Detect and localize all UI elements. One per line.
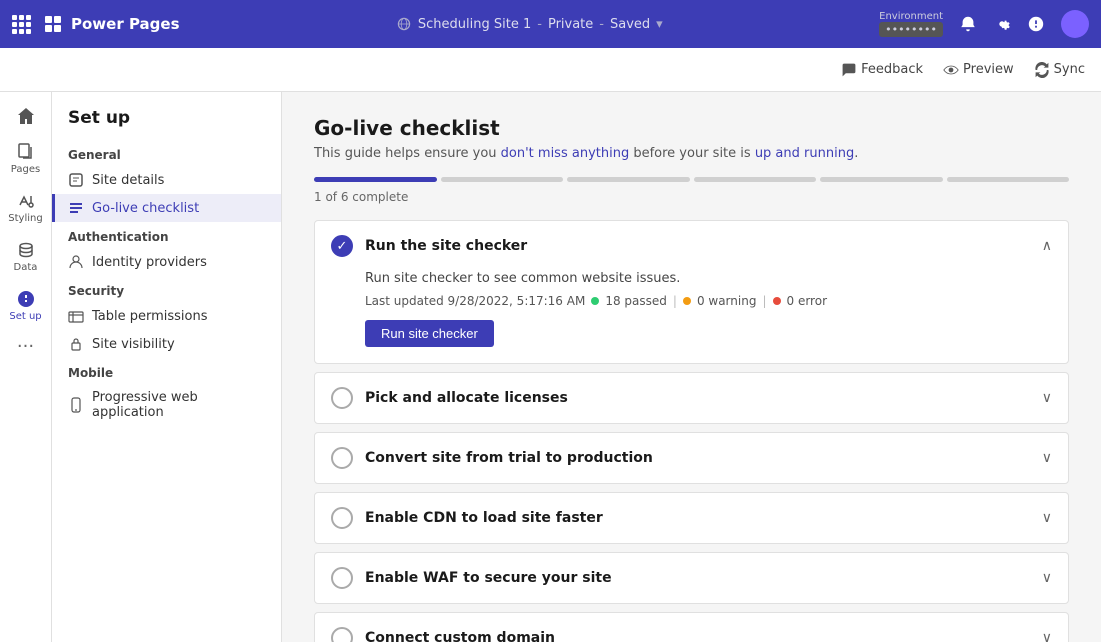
sidebar-item-go-live-checklist[interactable]: Go-live checklist xyxy=(52,194,281,222)
chevron-down-icon-convert: ∨ xyxy=(1042,450,1052,466)
checklist-item-header-convert[interactable]: Convert site from trial to production ∨ xyxy=(315,433,1068,483)
page-title: Go-live checklist xyxy=(314,116,1069,140)
checklist-title-domain: Connect custom domain xyxy=(365,630,555,642)
sidebar-section-general: General xyxy=(52,140,281,166)
checklist-title-cdn: Enable CDN to load site faster xyxy=(365,510,603,526)
checklist-item-header-site-checker[interactable]: Run the site checker ∧ xyxy=(315,221,1068,271)
sidebar: Set up General Site details Go-live chec… xyxy=(52,92,282,642)
checklist-body-site-checker: Run site checker to see common website i… xyxy=(315,271,1068,363)
topbar-right: Environment •••••••• xyxy=(879,10,1089,38)
site-name: Scheduling Site 1 xyxy=(418,17,531,32)
icon-nav: Pages Styling Data Set up ··· xyxy=(0,92,52,642)
checklist-circle-site-checker xyxy=(331,235,353,257)
progress-count: 1 of 6 complete xyxy=(314,190,1069,204)
chevron-up-icon: ∧ xyxy=(1042,238,1052,254)
sidebar-item-site-details[interactable]: Site details xyxy=(52,166,281,194)
checklist-circle-licenses xyxy=(331,387,353,409)
notifications-button[interactable] xyxy=(959,15,977,33)
checklist-item-header-cdn[interactable]: Enable CDN to load site faster ∨ xyxy=(315,493,1068,543)
app-logo: Power Pages xyxy=(43,14,180,34)
meta-updated: Last updated 9/28/2022, 5:17:16 AM xyxy=(365,294,585,308)
checklist-circle-waf xyxy=(331,567,353,589)
avatar[interactable] xyxy=(1061,10,1089,38)
progress-bar xyxy=(314,177,1069,182)
checklist-title-waf: Enable WAF to secure your site xyxy=(365,570,612,586)
subtitle-link[interactable]: don't miss anything xyxy=(501,146,630,161)
sidebar-item-table-permissions[interactable]: Table permissions xyxy=(52,302,281,330)
checklist-item-header-waf[interactable]: Enable WAF to secure your site ∨ xyxy=(315,553,1068,603)
checklist-item-site-checker: Run the site checker ∧ Run site checker … xyxy=(314,220,1069,364)
progress-seg-1 xyxy=(314,177,437,182)
topbar-actions: Feedback Preview Sync xyxy=(841,62,1085,78)
progress-seg-4 xyxy=(694,177,817,182)
sub-topbar: Feedback Preview Sync xyxy=(0,48,1101,92)
site-saved: Saved xyxy=(610,17,650,32)
progress-seg-5 xyxy=(820,177,943,182)
preview-button[interactable]: Preview xyxy=(943,62,1014,78)
nav-pages[interactable]: Pages xyxy=(4,136,48,181)
sidebar-item-pwa[interactable]: Progressive web application xyxy=(52,384,281,426)
run-site-checker-button[interactable]: Run site checker xyxy=(365,320,494,347)
checklist-circle-convert xyxy=(331,447,353,469)
content-area: Go-live checklist This guide helps ensur… xyxy=(282,92,1101,642)
nav-styling[interactable]: Styling xyxy=(4,185,48,230)
site-checker-meta: Last updated 9/28/2022, 5:17:16 AM 18 pa… xyxy=(365,294,1052,308)
main-layout: Pages Styling Data Set up ··· Set up Gen… xyxy=(0,92,1101,642)
checklist-item-cdn: Enable CDN to load site faster ∨ xyxy=(314,492,1069,544)
sidebar-item-identity-providers[interactable]: Identity providers xyxy=(52,248,281,276)
chevron-down-icon-domain: ∨ xyxy=(1042,630,1052,642)
warning-count: 0 warning xyxy=(697,294,757,308)
feedback-button[interactable]: Feedback xyxy=(841,62,923,78)
passed-count: 18 passed xyxy=(605,294,667,308)
site-selector[interactable]: Scheduling Site 1 - Private - Saved ▾ xyxy=(192,16,868,32)
sidebar-section-mobile: Mobile xyxy=(52,358,281,384)
settings-button[interactable] xyxy=(993,15,1011,33)
subtitle-link2[interactable]: up and running xyxy=(755,146,854,161)
checklist-item-convert: Convert site from trial to production ∨ xyxy=(314,432,1069,484)
site-status: Private xyxy=(548,17,593,32)
nav-home[interactable] xyxy=(4,100,48,132)
chevron-down-icon-waf: ∨ xyxy=(1042,570,1052,586)
checklist-title-licenses: Pick and allocate licenses xyxy=(365,390,568,406)
sync-button[interactable]: Sync xyxy=(1034,62,1085,78)
chevron-down-icon-cdn: ∨ xyxy=(1042,510,1052,526)
checklist-circle-domain xyxy=(331,627,353,642)
sidebar-section-security: Security xyxy=(52,276,281,302)
chevron-down-icon-licenses: ∨ xyxy=(1042,390,1052,406)
checklist-item-domain: Connect custom domain ∨ xyxy=(314,612,1069,642)
nav-data[interactable]: Data xyxy=(4,234,48,279)
checklist-circle-cdn xyxy=(331,507,353,529)
help-button[interactable] xyxy=(1027,15,1045,33)
checklist-item-licenses: Pick and allocate licenses ∨ xyxy=(314,372,1069,424)
nav-setup[interactable]: Set up xyxy=(4,283,48,328)
page-subtitle: This guide helps ensure you don't miss a… xyxy=(314,146,1069,161)
warning-dot xyxy=(683,297,691,305)
site-checker-description: Run site checker to see common website i… xyxy=(365,271,1052,286)
checklist-item-header-licenses[interactable]: Pick and allocate licenses ∨ xyxy=(315,373,1068,423)
progress-seg-2 xyxy=(441,177,564,182)
checklist-title-convert: Convert site from trial to production xyxy=(365,450,653,466)
sidebar-title: Set up xyxy=(52,108,281,140)
error-dot xyxy=(773,297,781,305)
sidebar-item-site-visibility[interactable]: Site visibility xyxy=(52,330,281,358)
progress-seg-3 xyxy=(567,177,690,182)
nav-more[interactable]: ··· xyxy=(17,336,34,357)
passed-dot xyxy=(591,297,599,305)
waffle-menu[interactable] xyxy=(12,15,31,34)
topbar: Power Pages Scheduling Site 1 - Private … xyxy=(0,0,1101,48)
error-count: 0 error xyxy=(787,294,828,308)
environment-info: Environment •••••••• xyxy=(879,11,943,37)
checklist-item-header-domain[interactable]: Connect custom domain ∨ xyxy=(315,613,1068,642)
checklist-item-waf: Enable WAF to secure your site ∨ xyxy=(314,552,1069,604)
progress-seg-6 xyxy=(947,177,1070,182)
sidebar-section-auth: Authentication xyxy=(52,222,281,248)
checklist-title-site-checker: Run the site checker xyxy=(365,238,527,254)
